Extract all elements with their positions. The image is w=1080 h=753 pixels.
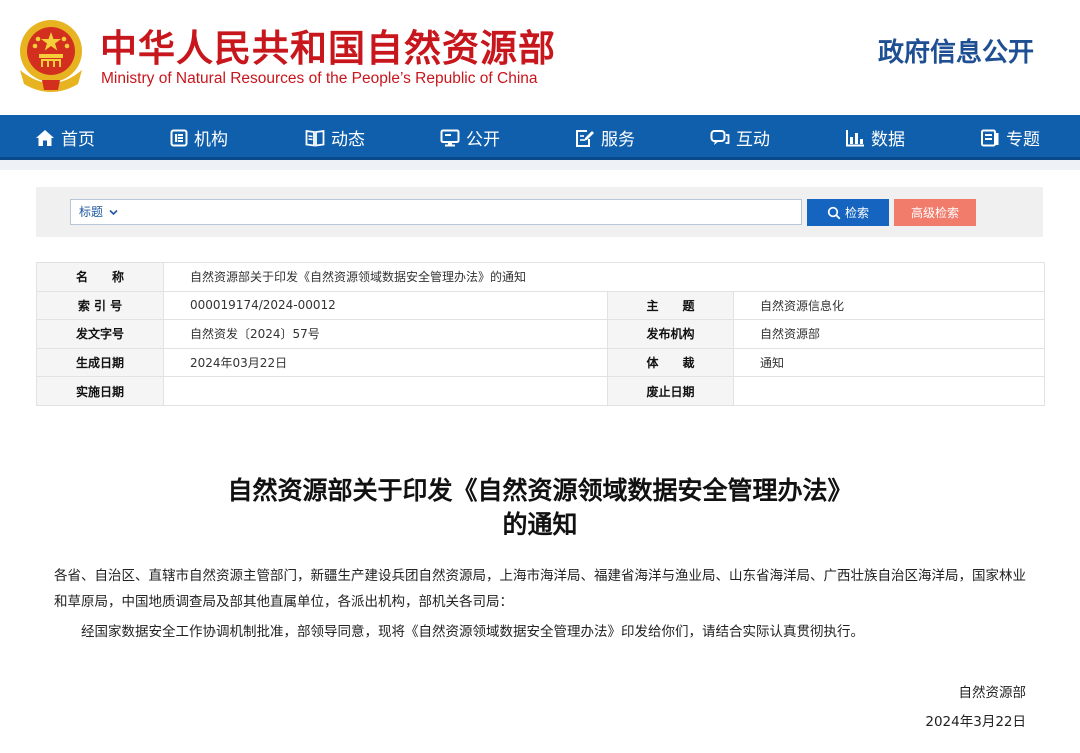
search-icon: [827, 206, 841, 219]
nav-item-home[interactable]: 首页: [35, 115, 95, 160]
meta-index-label: 索 引 号: [36, 290, 164, 321]
nav-item-label: 服务: [601, 130, 635, 150]
home-icon: [36, 129, 54, 146]
gov-info-title[interactable]: 政府信息公开: [878, 32, 1034, 69]
meta-repeal-label: 废止日期: [607, 376, 734, 406]
article-recipients: 各省、自治区、直辖市自然资源主管部门，新疆生产建设兵团自然资源局，上海市海洋局、…: [54, 568, 1026, 610]
article-title: 自然资源部关于印发《自然资源领域数据安全管理办法》 的通知: [0, 474, 1080, 542]
nav-item-label: 动态: [331, 130, 365, 150]
search-scope-select[interactable]: 标题: [79, 200, 118, 224]
edit-icon: [576, 129, 594, 147]
nav-item-label: 数据: [871, 130, 905, 150]
nav-item-label: 公开: [466, 130, 500, 150]
document-icon: [981, 129, 999, 146]
search-button-label: 检索: [844, 206, 869, 220]
meta-name-label: 名 称: [36, 262, 164, 292]
search-scope-value: 标题: [79, 205, 104, 219]
table-row: 发文字号 自然资发〔2024〕57号 发布机构 自然资源部: [36, 319, 1046, 349]
meta-topic-label: 主 题: [607, 290, 734, 321]
search-input[interactable]: [131, 202, 791, 222]
table-row: 实施日期 废止日期: [36, 376, 1046, 406]
bar-chart-icon: [846, 129, 864, 146]
nav-item-interact[interactable]: 互动: [710, 115, 770, 160]
nav-item-label: 首页: [61, 130, 95, 150]
table-row: 索 引 号 000019174/2024-00012 主 题 自然资源信息化: [36, 290, 1046, 321]
meta-index-value: 000019174/2024-00012: [163, 290, 608, 321]
nav-item-topics[interactable]: 专题: [980, 115, 1040, 160]
meta-effective-label: 实施日期: [36, 376, 164, 406]
article-title-line-1: 自然资源部关于印发《自然资源领域数据安全管理办法》: [227, 476, 853, 505]
meta-docno-value: 自然资发〔2024〕57号: [163, 319, 608, 349]
nav-item-org[interactable]: 机构: [170, 115, 228, 160]
nav-item-label: 互动: [736, 130, 770, 150]
article-title-line-2: 的通知: [502, 510, 578, 539]
meta-created-label: 生成日期: [36, 347, 164, 378]
search-box: 标题 检索 高级检索: [36, 187, 1043, 237]
meta-publisher-value: 自然资源部: [732, 319, 1046, 349]
nav-item-service[interactable]: 服务: [575, 115, 635, 160]
nav-item-label: 专题: [1006, 130, 1040, 150]
book-icon: [305, 129, 325, 147]
article-signer: 自然资源部: [958, 685, 1027, 701]
table-row: 生成日期 2024年03月22日 体 裁 通知: [36, 347, 1046, 378]
monitor-icon: [440, 129, 460, 146]
meta-genre-value: 通知: [732, 347, 1046, 378]
meta-created-value: 2024年03月22日: [163, 347, 608, 378]
nav-item-label: 机构: [194, 130, 228, 150]
article-date: 2024年3月22日: [925, 714, 1026, 730]
site-header: 中华人民共和国自然资源部 Ministry of Natural Resourc…: [0, 0, 1080, 115]
org-icon: [170, 129, 188, 146]
meta-effective-value: [163, 376, 608, 406]
chevron-down-icon: [109, 209, 118, 216]
meta-repeal-value: [732, 376, 1046, 406]
national-emblem-icon[interactable]: [14, 18, 88, 94]
document-meta-table: 名 称 自然资源部关于印发《自然资源领域数据安全管理办法》的通知 索 引 号 0…: [36, 262, 1046, 406]
meta-publisher-label: 发布机构: [607, 319, 734, 349]
chat-icon: [710, 129, 730, 145]
advanced-search-label: 高级检索: [910, 206, 959, 220]
meta-genre-label: 体 裁: [607, 347, 734, 378]
nav-item-public[interactable]: 公开: [440, 115, 500, 160]
site-subtitle: Ministry of Natural Resources of the Peo…: [101, 70, 538, 87]
nav-item-data[interactable]: 数据: [845, 115, 905, 160]
meta-docno-label: 发文字号: [36, 319, 164, 349]
meta-name-value: 自然资源部关于印发《自然资源领域数据安全管理办法》的通知: [162, 262, 1046, 292]
search-button[interactable]: 检索: [807, 199, 889, 226]
advanced-search-button[interactable]: 高级检索: [894, 199, 976, 226]
article-body: 经国家数据安全工作协调机制批准，部领导同意，现将《自然资源领域数据安全管理办法》…: [81, 624, 864, 640]
nav-shadow-band: [0, 160, 1080, 170]
table-row: 名 称 自然资源部关于印发《自然资源领域数据安全管理办法》的通知: [36, 262, 1046, 292]
nav-item-news[interactable]: 动态: [305, 115, 365, 160]
meta-topic-value: 自然资源信息化: [732, 290, 1046, 321]
main-nav: 首页 机构 动态 公开 服务 互动 数据 专题: [0, 115, 1080, 160]
site-title: 中华人民共和国自然资源部: [100, 27, 556, 70]
search-field: 标题: [70, 199, 802, 225]
